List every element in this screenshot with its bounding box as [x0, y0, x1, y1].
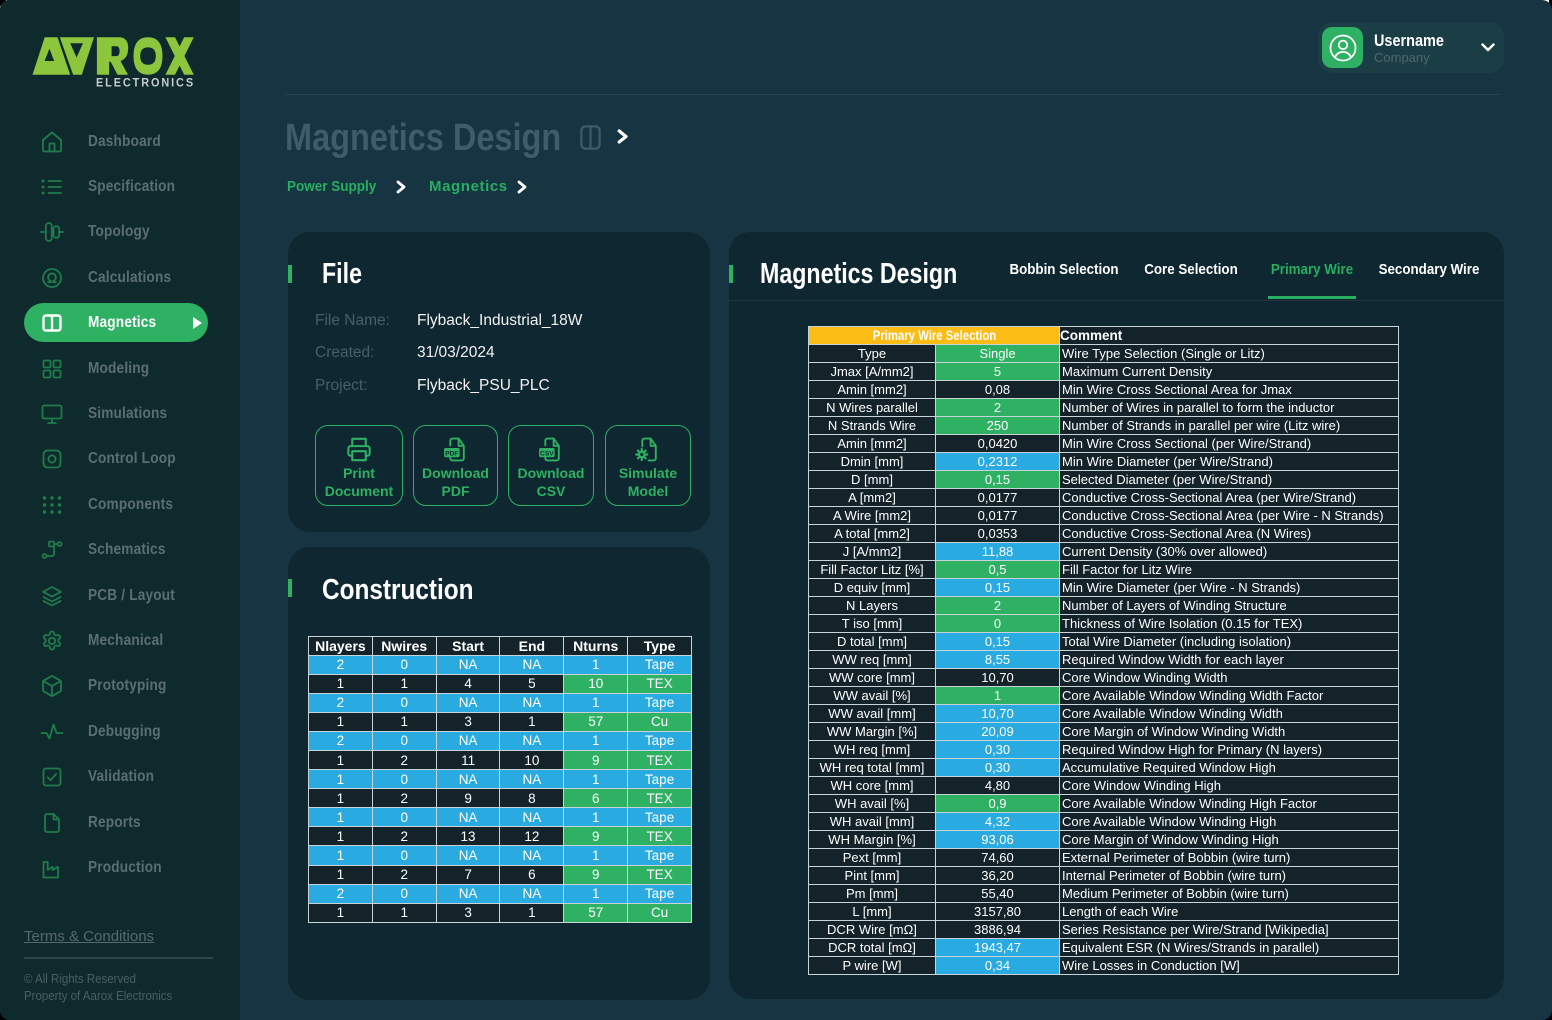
- svg-text:ELECTRONICS: ELECTRONICS: [96, 76, 195, 90]
- svg-text:CSV: CSV: [540, 450, 554, 457]
- svg-text:PDF: PDF: [445, 450, 458, 457]
